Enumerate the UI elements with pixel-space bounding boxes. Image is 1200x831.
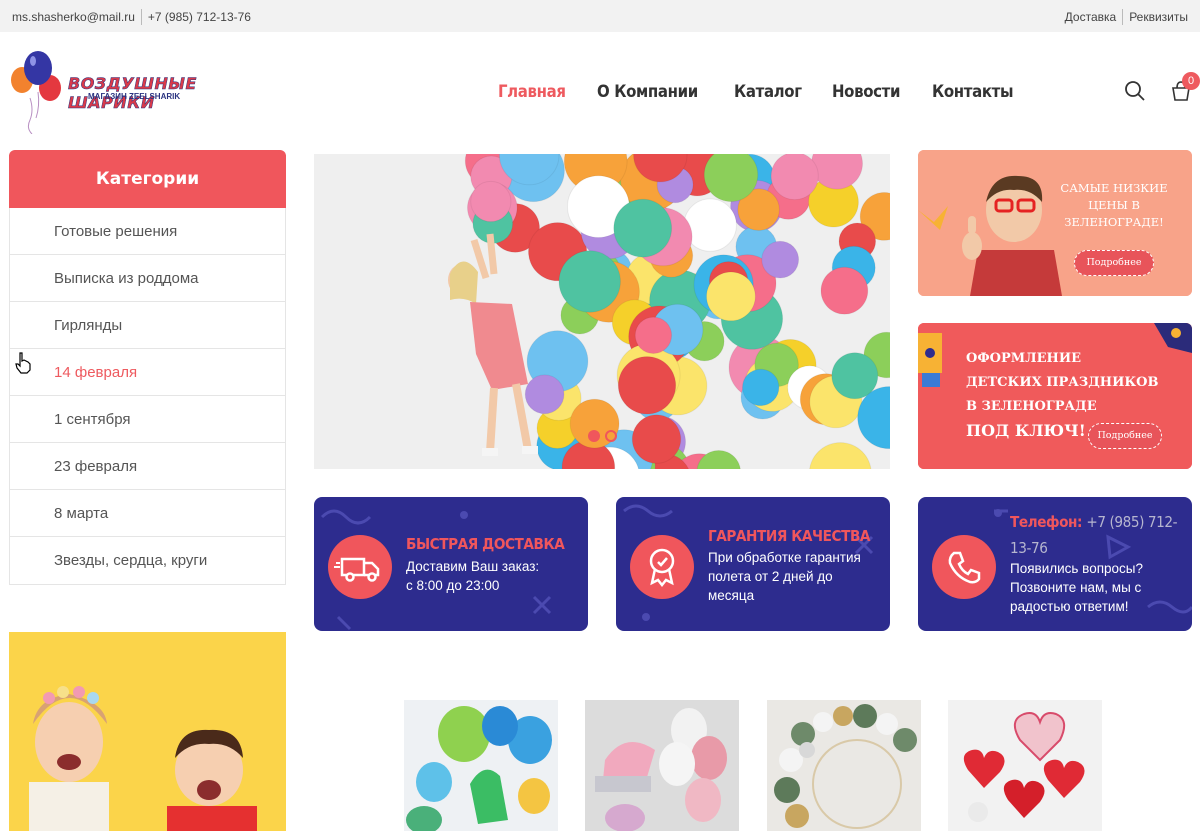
low-prices-line-1: САМЫЕ НИЗКИЕ <box>1060 181 1168 195</box>
nav-item-contacts[interactable]: Контакты <box>932 82 1014 102</box>
low-prices-line-2: ЦЕНЫ В <box>1088 198 1140 212</box>
nav-item-home[interactable]: Главная <box>498 82 566 102</box>
balloon-shape <box>761 240 800 279</box>
product-image-balloon-arch <box>767 700 921 831</box>
quality-text: При обработке гарантия полета от 2 дней … <box>708 548 861 605</box>
product-image-red-hearts <box>948 700 1102 831</box>
balloon-shape <box>706 271 756 322</box>
balloon-shape <box>703 154 759 203</box>
category-feb-23[interactable]: 23 февраля <box>10 443 285 490</box>
kids-photo <box>9 632 286 831</box>
balloon-shape <box>742 368 780 407</box>
balloon-shape <box>631 414 682 464</box>
slider-dot-1[interactable] <box>588 430 600 442</box>
truck-icon-circle <box>328 535 392 599</box>
category-stars-hearts[interactable]: Звезды, сердца, круги <box>10 537 285 584</box>
phone-line-3: радостью ответим! <box>1010 599 1129 614</box>
fast-delivery-text: Доставим Ваш заказ: с 8:00 до 23:00 <box>406 557 539 595</box>
phone-title: Телефон: +7 (985) 712- <box>1010 513 1178 531</box>
low-prices-banner[interactable]: САМЫЕ НИЗКИЕ ЦЕНЫ В ЗЕЛЕНОГРАДЕ! Подробн… <box>918 150 1192 296</box>
phone-card: Телефон: +7 (985) 712- 13-76 Появились в… <box>918 497 1192 631</box>
kids-parties-line-3: В ЗЕЛЕНОГРАДЕ <box>966 399 1097 414</box>
balloon-shape <box>770 154 819 201</box>
main-nav: Главная О Компании Каталог Новости Конта… <box>498 82 1046 102</box>
search-icon[interactable] <box>1124 80 1146 102</box>
phone-label: Телефон: <box>1010 513 1083 531</box>
category-mar-8[interactable]: 8 марта <box>10 490 285 537</box>
low-prices-more-button[interactable]: Подробнее <box>1074 250 1154 276</box>
category-sep-1[interactable]: 1 сентября <box>10 396 285 443</box>
kids-parties-line-1: ОФОРМЛЕНИЕ <box>966 351 1082 366</box>
quality-line-1: При обработке гарантия <box>708 550 861 565</box>
phone-line-1: Появились вопросы? <box>1010 561 1144 576</box>
requisites-link[interactable]: Реквизиты <box>1129 10 1188 24</box>
balloon-shape <box>617 356 677 415</box>
nav-item-news[interactable]: Новости <box>832 82 900 102</box>
fast-delivery-card: БЫСТРАЯ ДОСТАВКА Доставим Ваш заказ: с 8… <box>314 497 588 631</box>
product-card[interactable] <box>948 700 1102 831</box>
nav-item-catalog[interactable]: Каталог <box>734 82 802 102</box>
kids-parties-line-2: ДЕТСКИХ ПРАЗДНИКОВ <box>966 375 1159 390</box>
product-card[interactable] <box>767 700 921 831</box>
quality-line-3: месяца <box>708 588 755 603</box>
contacts-strip: ms.shasherko@mail.ru +7 (985) 712-13-76 <box>12 9 251 25</box>
categories-list: Готовые решения Выписка из роддома Гирля… <box>9 208 286 585</box>
truck-icon <box>334 557 380 582</box>
phone-icon-circle <box>932 535 996 599</box>
phone-number-line-2[interactable]: 13-76 <box>1010 539 1048 557</box>
product-card[interactable] <box>404 700 558 831</box>
fast-delivery-line-2: с 8:00 до 23:00 <box>406 578 500 593</box>
divider <box>140 9 142 25</box>
divider <box>1122 9 1124 25</box>
fast-delivery-line-1: Доставим Ваш заказ: <box>406 559 540 574</box>
balloon-shape <box>634 316 673 355</box>
phone-number-line-1[interactable]: +7 (985) 712- <box>1086 513 1177 531</box>
category-garlands[interactable]: Гирлянды <box>10 302 285 349</box>
hand-cursor-icon <box>15 352 31 374</box>
top-links: Доставка Реквизиты <box>1065 9 1188 25</box>
product-image-dino-balloons <box>404 700 558 831</box>
phone-link[interactable]: +7 (985) 712-13-76 <box>148 10 251 24</box>
balloon-shape <box>613 198 673 258</box>
low-prices-line-3: ЗЕЛЕНОГРАДЕ! <box>1064 215 1164 229</box>
kids-promo-image[interactable] <box>9 632 286 831</box>
category-maternity[interactable]: Выписка из роддома <box>10 255 285 302</box>
quality-title: ГАРАНТИЯ КАЧЕСТВА <box>708 527 871 545</box>
balloon-shape <box>470 180 512 223</box>
phone-line-2: Позвоните нам, мы с <box>1010 580 1142 595</box>
fast-delivery-title: БЫСТРАЯ ДОСТАВКА <box>406 535 565 553</box>
kids-parties-banner[interactable]: ОФОРМЛЕНИЕ ДЕТСКИХ ПРАЗДНИКОВ В ЗЕЛЕНОГР… <box>918 323 1192 469</box>
logo[interactable]: ВОЗДУШНЫЕ ШАРИКИ МАГАЗИН ZEELSHARIK <box>8 48 248 135</box>
balloon-shape <box>524 374 565 415</box>
top-bar: ms.shasherko@mail.ru +7 (985) 712-13-76 … <box>0 0 1200 32</box>
slider-dot-2[interactable] <box>605 430 617 442</box>
balloon-wall-photo <box>314 154 890 469</box>
low-prices-text: САМЫЕ НИЗКИЕ ЦЕНЫ В ЗЕЛЕНОГРАДЕ! <box>1056 180 1172 231</box>
balloon-shape <box>820 266 869 315</box>
nav-item-about[interactable]: О Компании <box>597 82 698 102</box>
product-image-pink-stroller <box>585 700 739 831</box>
balloon-shape <box>558 250 621 313</box>
delivery-link[interactable]: Доставка <box>1065 10 1117 24</box>
cart-count-badge: 0 <box>1182 72 1200 90</box>
kids-parties-more-button[interactable]: Подробнее <box>1088 423 1162 449</box>
badge-icon-circle <box>630 535 694 599</box>
quality-guarantee-card: ГАРАНТИЯ КАЧЕСТВА При обработке гарантия… <box>616 497 890 631</box>
hero-slider[interactable] <box>314 154 890 469</box>
email-link[interactable]: ms.shasherko@mail.ru <box>12 10 135 24</box>
categories-title: Категории <box>9 150 286 208</box>
product-card[interactable] <box>585 700 739 831</box>
category-feb-14[interactable]: 14 февраля <box>10 349 285 396</box>
category-ready-solutions[interactable]: Готовые решения <box>10 208 285 255</box>
phone-icon <box>948 551 981 584</box>
quality-line-2: полета от 2 дней до <box>708 569 833 584</box>
badge-icon <box>649 548 675 588</box>
logo-subtitle: МАГАЗИН ZEELSHARIK <box>88 92 181 101</box>
phone-text: Появились вопросы? Позвоните нам, мы с р… <box>1010 559 1143 616</box>
